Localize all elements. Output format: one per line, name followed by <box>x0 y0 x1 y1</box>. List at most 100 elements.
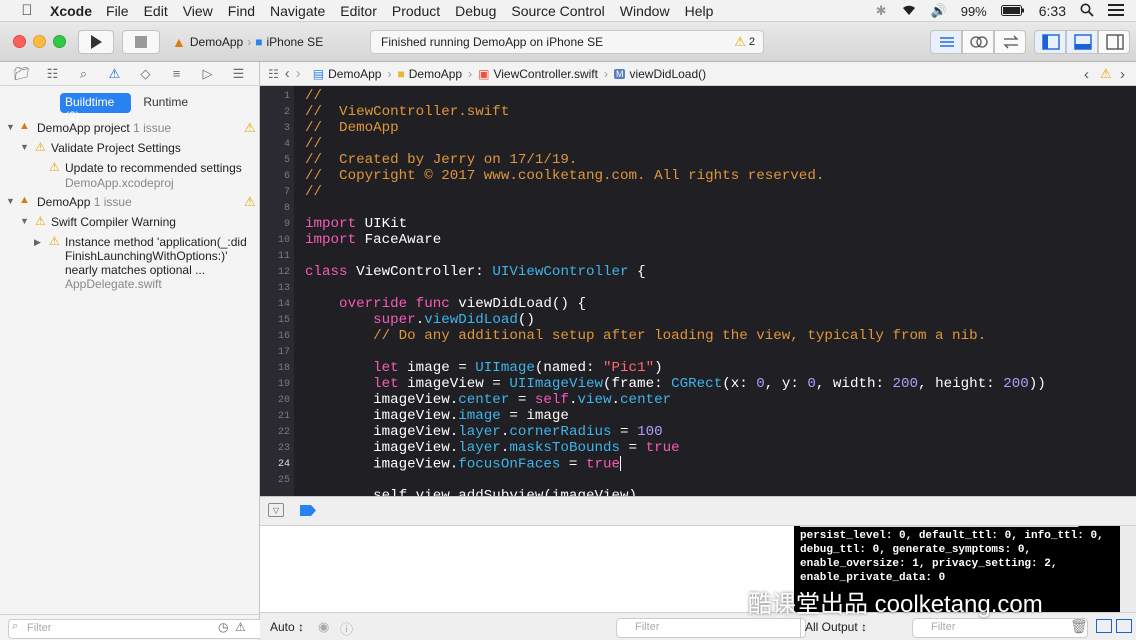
battery-icon[interactable] <box>1000 4 1025 19</box>
forward-chevron-icon[interactable]: › <box>296 65 301 82</box>
volume-icon[interactable]: 🔊 <box>931 3 947 19</box>
project-navigator-folder-icon[interactable]: 📁︎ <box>12 66 32 82</box>
debug-bar: ▽ <box>260 496 1136 526</box>
menu-view[interactable]: View <box>183 3 213 19</box>
notification-center-icon[interactable] <box>1108 3 1124 19</box>
stop-button[interactable] <box>122 30 160 54</box>
menu-product[interactable]: Product <box>392 3 440 19</box>
eye-icon[interactable]: ◉ <box>318 619 329 635</box>
code-line-6: // Copyright © 2017 www.coolketang.com. … <box>305 168 825 184</box>
menu-debug[interactable]: Debug <box>455 3 496 19</box>
variables-view[interactable] <box>260 526 794 612</box>
text-cursor <box>620 456 622 471</box>
toolbar: ▲ DemoApp › ■ iPhone SE Finished running… <box>0 22 1136 62</box>
show-console-icon[interactable] <box>1116 619 1132 633</box>
zoom-window-button[interactable] <box>53 35 66 48</box>
issue-navigator-warning-icon[interactable]: ⚠ <box>105 66 125 82</box>
disclosure-down-icon[interactable]: ▼ <box>20 216 29 226</box>
console-output-select[interactable]: All Output ↕ <box>805 620 867 634</box>
project-icon: ▲ <box>19 120 30 132</box>
minimize-window-button[interactable] <box>33 35 46 48</box>
standard-editor-button[interactable] <box>930 30 962 54</box>
issue-group-project[interactable]: ▼ ▲ DemoApp project 1 issue ⚠ <box>0 120 260 136</box>
chevron-right-icon: › <box>468 66 473 81</box>
wifi-icon[interactable] <box>901 4 917 19</box>
next-issue-icon[interactable]: › <box>1120 66 1125 83</box>
toggle-navigator-button[interactable] <box>1034 30 1066 54</box>
navigator-filter-input[interactable]: Filter <box>8 619 272 639</box>
disclosure-right-icon[interactable]: ▶ <box>34 237 41 248</box>
warning-badge[interactable]: ⚠ 2 <box>734 34 755 50</box>
toggle-utilities-button[interactable] <box>1098 30 1130 54</box>
issue-group-target[interactable]: ▼ ▲ DemoApp 1 issue ⚠ <box>0 194 260 210</box>
issue-warning-icon[interactable]: ⚠ <box>1100 66 1112 82</box>
report-navigator-icon[interactable]: ☰ <box>229 66 249 82</box>
menu-source-control[interactable]: Source Control <box>511 3 604 19</box>
close-window-button[interactable] <box>13 35 26 48</box>
jump-symbol[interactable]: MviewDidLoad() <box>613 67 706 81</box>
code-line-12: class ViewController: UIViewController { <box>305 264 646 280</box>
app-target-icon: ▲ <box>19 194 30 206</box>
code-line-23: imageView.layer.masksToBounds = true <box>305 440 680 456</box>
find-navigator-search-icon[interactable]: ⌕ <box>74 66 94 82</box>
scope-value: Auto <box>270 620 295 634</box>
jump-folder[interactable]: ■ DemoApp <box>397 67 462 81</box>
toggle-debug-area-button[interactable] <box>1066 30 1098 54</box>
assistant-editor-button[interactable] <box>962 30 994 54</box>
jump-file[interactable]: ▣ ViewController.swift <box>478 67 598 81</box>
issue-item-app-delegate[interactable]: ▶ ⚠ Instance method 'application(_:did F… <box>0 234 260 292</box>
jump-project[interactable]: ▤ DemoApp <box>313 67 382 81</box>
info-icon[interactable]: ⓘ <box>340 619 353 638</box>
clock[interactable]: 6:33 <box>1039 3 1066 19</box>
related-items-grid-icon[interactable]: ☷ <box>268 67 279 81</box>
output-value: All Output <box>805 620 858 634</box>
test-navigator-diamond-icon[interactable]: ◇ <box>136 66 156 82</box>
warnings-only-icon[interactable]: ⚠ <box>235 620 246 634</box>
scheme-selector[interactable]: ▲ DemoApp › ■ iPhone SE <box>168 30 336 54</box>
trash-icon[interactable]: 🗑︎ <box>1070 618 1088 635</box>
back-chevron-icon[interactable]: ‹ <box>285 65 290 82</box>
code-line-10: import FaceAware <box>305 232 442 248</box>
menu-find[interactable]: Find <box>228 3 255 19</box>
debug-navigator-icon[interactable]: ≡ <box>167 66 187 81</box>
issue-category-swift[interactable]: ▼ ⚠ Swift Compiler Warning <box>0 214 260 230</box>
variables-filter-input[interactable]: Filter <box>616 618 806 638</box>
symbol-navigator-icon[interactable]: ☷ <box>43 66 63 82</box>
recent-clock-icon[interactable]: ◷ <box>218 620 228 634</box>
line-number: 15 <box>277 315 290 326</box>
disclosure-down-icon[interactable]: ▼ <box>6 122 15 132</box>
bluetooth-icon[interactable]: ✱ <box>876 3 887 19</box>
menu-editor[interactable]: Editor <box>340 3 377 19</box>
line-number: 10 <box>277 235 290 246</box>
activity-viewer[interactable]: Finished running DemoApp on iPhone SE ⚠ … <box>370 30 764 54</box>
menu-edit[interactable]: Edit <box>144 3 168 19</box>
warning-icon: ⚠ <box>49 234 60 248</box>
issue-item-update-settings[interactable]: ⚠ Update to recommended settings DemoApp… <box>0 160 260 190</box>
menu-navigate[interactable]: Navigate <box>270 3 325 19</box>
breakpoints-toggle-icon[interactable] <box>300 505 316 519</box>
variables-scope-select[interactable]: Auto ↕ <box>270 620 304 634</box>
issue-navigator: 📁︎ ☷ ⌕ ⚠ ◇ ≡ ▷ ☰ Buildtime (2) Runtime ▼… <box>0 62 272 640</box>
code-line-3: // DemoApp <box>305 120 399 136</box>
line-number: 12 <box>277 267 290 278</box>
buildtime-tab[interactable]: Buildtime (2) <box>60 93 132 123</box>
issue-category-validate[interactable]: ▼ ⚠ Validate Project Settings <box>0 140 260 156</box>
warning-count: 2 <box>748 36 755 48</box>
disclosure-down-icon[interactable]: ▼ <box>6 196 15 206</box>
version-editor-button[interactable] <box>994 30 1026 54</box>
disclosure-down-icon[interactable]: ▼ <box>20 142 29 152</box>
show-variables-icon[interactable] <box>1096 619 1112 633</box>
menu-help[interactable]: Help <box>685 3 714 19</box>
console-filter-input[interactable]: Filter <box>912 618 1088 638</box>
hide-debug-area-icon[interactable]: ▽ <box>268 503 284 517</box>
apple-menu-icon[interactable]:  <box>12 2 42 19</box>
previous-issue-icon[interactable]: ‹ <box>1084 66 1089 83</box>
spotlight-icon[interactable] <box>1080 3 1094 20</box>
app-menu[interactable]: Xcode <box>50 3 92 19</box>
menu-file[interactable]: File <box>106 3 129 19</box>
runtime-tab[interactable]: Runtime <box>131 93 200 113</box>
run-button[interactable] <box>78 30 114 54</box>
breakpoint-navigator-icon[interactable]: ▷ <box>198 66 218 82</box>
source-editor[interactable]: // // ViewController.swift // DemoApp //… <box>260 86 1136 496</box>
menu-window[interactable]: Window <box>620 3 670 19</box>
